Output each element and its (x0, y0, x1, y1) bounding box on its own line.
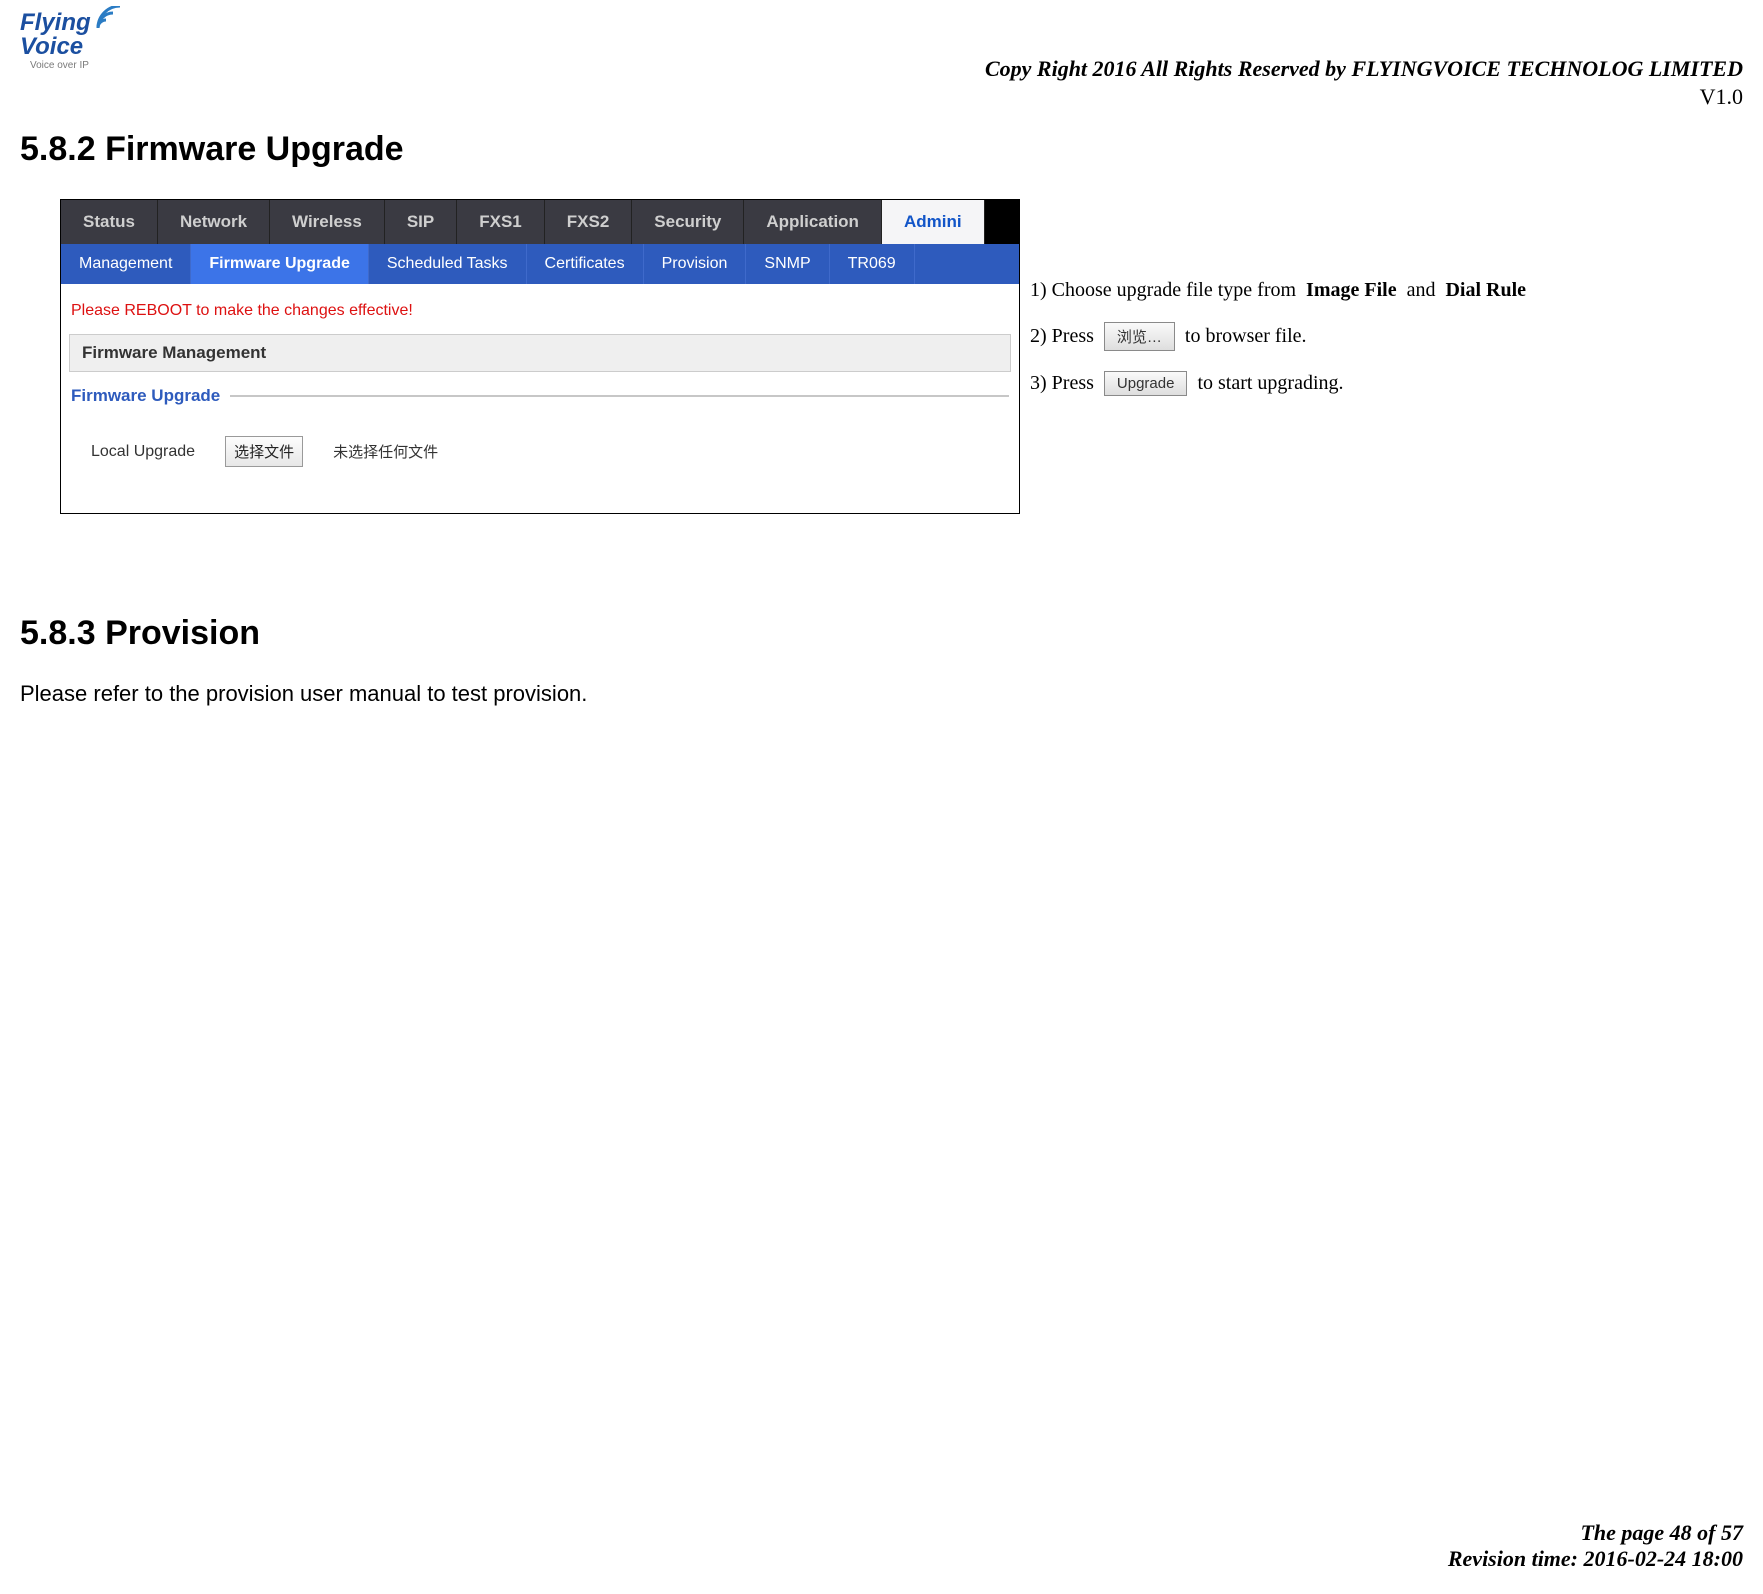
subtab-tr069[interactable]: TR069 (830, 244, 915, 284)
tab-fxs2[interactable]: FXS2 (545, 200, 633, 244)
subtab-firmware-upgrade[interactable]: Firmware Upgrade (191, 244, 368, 284)
firmware-upgrade-section-title: Firmware Upgrade (71, 386, 220, 406)
tab-sip[interactable]: SIP (385, 200, 457, 244)
footer-page-number: The page 48 of 57 (1448, 1520, 1743, 1546)
top-nav: Status Network Wireless SIP FXS1 FXS2 Se… (61, 200, 1019, 244)
tab-administration[interactable]: Admini (882, 200, 985, 244)
instructions-block: 1) Choose upgrade file type from Image F… (1030, 199, 1526, 514)
provision-body-text: Please refer to the provision user manua… (20, 681, 1743, 707)
logo-text-top: Flying (20, 9, 91, 36)
logo-text-bottom: Voice (20, 33, 83, 60)
step-1-prefix: 1) Choose upgrade file type from (1030, 279, 1296, 302)
step-1-option-image-file: Image File (1306, 279, 1397, 302)
sub-nav: Management Firmware Upgrade Scheduled Ta… (61, 244, 1019, 284)
reboot-warning: Please REBOOT to make the changes effect… (61, 284, 1019, 334)
section-583-heading: 5.8.3 Provision (20, 614, 1743, 653)
step-2-prefix: 2) Press (1030, 325, 1094, 348)
tab-fxs1[interactable]: FXS1 (457, 200, 545, 244)
upgrade-button[interactable]: Upgrade (1104, 371, 1188, 396)
step-3-suffix: to start upgrading. (1197, 372, 1343, 395)
tab-wireless[interactable]: Wireless (270, 200, 385, 244)
firmware-management-panel-title: Firmware Management (69, 334, 1011, 372)
logo-tagline: Voice over IP (30, 60, 89, 70)
subtab-scheduled-tasks[interactable]: Scheduled Tasks (369, 244, 527, 284)
section-divider (230, 395, 1009, 397)
tab-status[interactable]: Status (61, 200, 158, 244)
tab-application[interactable]: Application (744, 200, 882, 244)
admin-ui-screenshot: Status Network Wireless SIP FXS1 FXS2 Se… (60, 199, 1020, 514)
step-1-and: and (1407, 279, 1436, 302)
header-copyright: Copy Right 2016 All Rights Reserved by F… (985, 56, 1743, 82)
step-1-option-dial-rule: Dial Rule (1445, 279, 1526, 302)
subtab-provision[interactable]: Provision (644, 244, 747, 284)
no-file-selected-text: 未选择任何文件 (333, 441, 438, 462)
browse-button[interactable]: 浏览… (1104, 322, 1175, 351)
section-582-heading: 5.8.2 Firmware Upgrade (20, 130, 1743, 169)
footer-revision-time: Revision time: 2016-02-24 18:00 (1448, 1546, 1743, 1572)
subtab-certificates[interactable]: Certificates (527, 244, 644, 284)
subtab-snmp[interactable]: SNMP (746, 244, 829, 284)
brand-logo: Flying Voice Voice over IP (20, 6, 140, 70)
step-2-suffix: to browser file. (1185, 325, 1307, 348)
header-version: V1.0 (985, 84, 1743, 110)
choose-file-button[interactable]: 选择文件 (225, 436, 303, 467)
tab-security[interactable]: Security (632, 200, 744, 244)
step-3-prefix: 3) Press (1030, 372, 1094, 395)
tab-network[interactable]: Network (158, 200, 270, 244)
subtab-management[interactable]: Management (61, 244, 191, 284)
local-upgrade-label: Local Upgrade (91, 443, 195, 461)
